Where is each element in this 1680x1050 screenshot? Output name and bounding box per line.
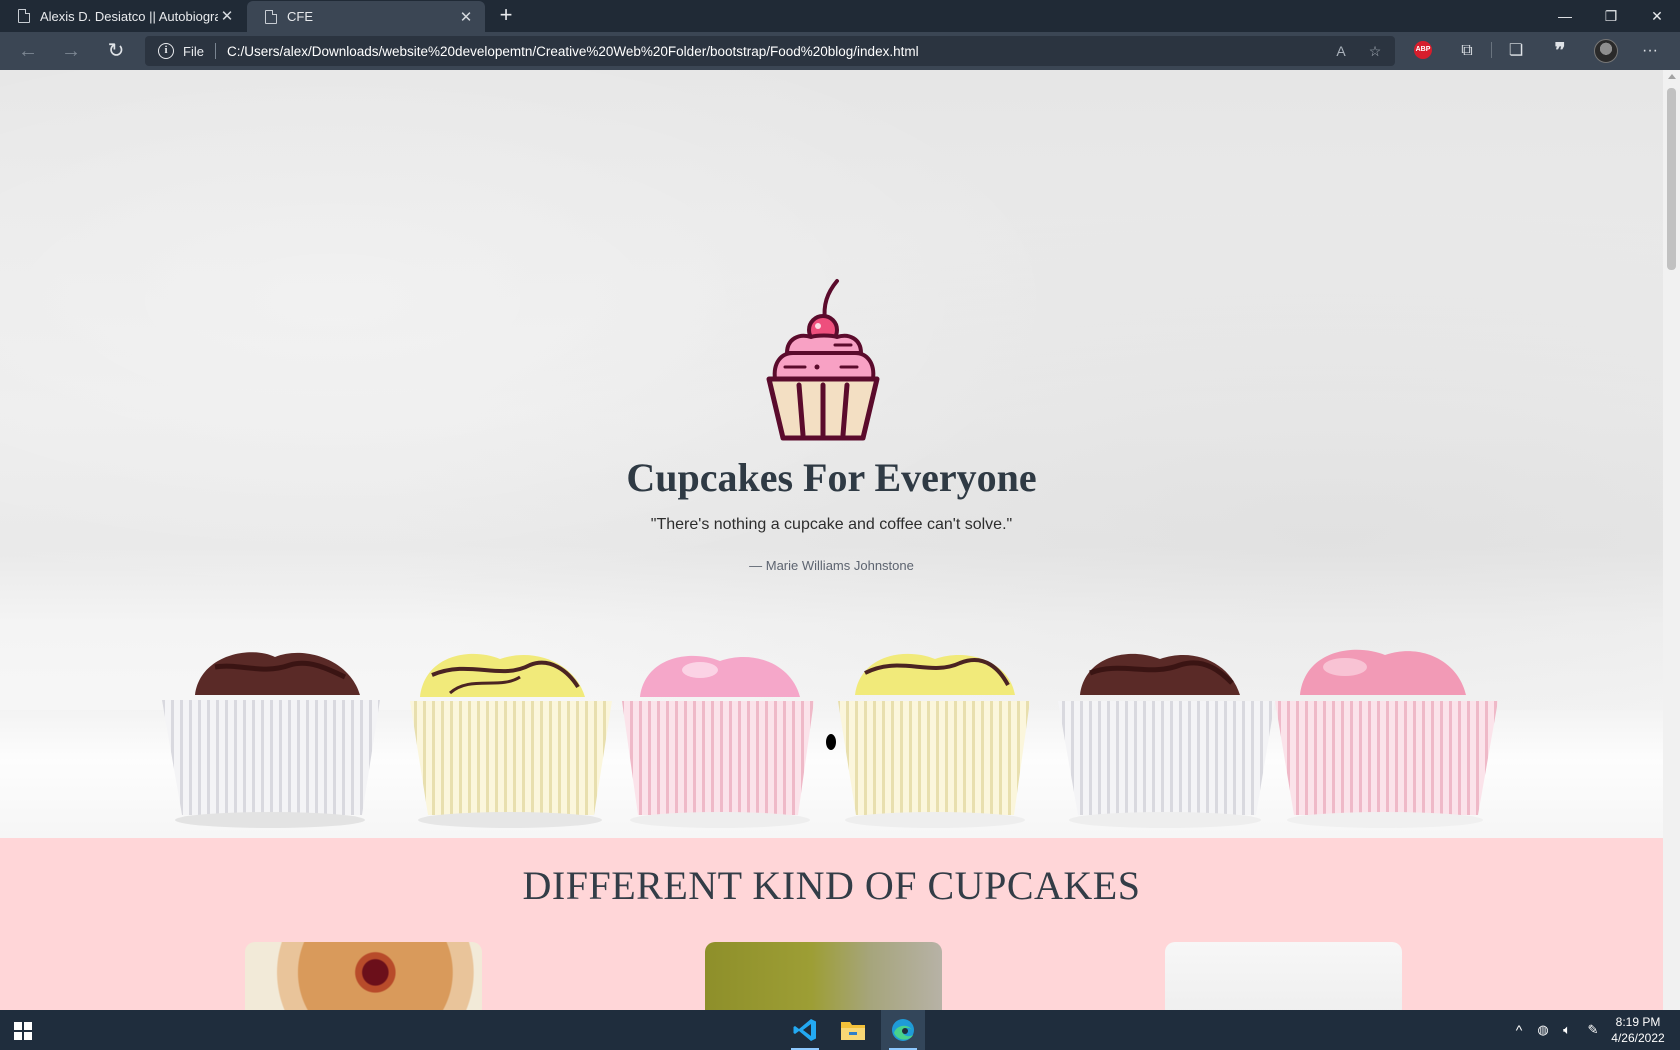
cupcake-card-2[interactable] [705, 942, 942, 1010]
collections-icon[interactable]: ❏ [1504, 39, 1528, 63]
extensions-icon[interactable]: ⧉ [1455, 39, 1479, 63]
refresh-button[interactable]: ↻ [101, 36, 131, 66]
document-icon [18, 9, 30, 23]
tab-autobiography[interactable]: Alexis D. Desiatco || Autobiograp ✕ [0, 0, 246, 32]
cupcake-logo-icon [766, 279, 880, 441]
tab-title: CFE [287, 9, 313, 24]
hero-author: — Marie Williams Johnstone [749, 558, 914, 573]
edge-icon[interactable] [881, 1010, 925, 1050]
chevron-up-icon[interactable]: ^ [1508, 1010, 1530, 1050]
hero-section: Cupcakes For Everyone "There's nothing a… [0, 70, 1663, 838]
tab-cfe[interactable]: CFE ✕ [247, 1, 485, 32]
system-clock[interactable]: 8:19 PM 4/26/2022 [1608, 1014, 1668, 1046]
new-tab-button[interactable]: + [493, 3, 519, 29]
clock-time: 8:19 PM [1615, 1015, 1661, 1029]
page-viewport: Cupcakes For Everyone "There's nothing a… [0, 70, 1663, 1010]
cupcake-photo [162, 649, 1498, 828]
add-favorite-icon[interactable]: ☆ [1365, 41, 1385, 61]
document-icon [265, 9, 277, 24]
windows-start-icon[interactable] [14, 1022, 32, 1040]
tab-title: Alexis D. Desiatco || Autobiograp [40, 8, 218, 24]
read-aloud-icon[interactable]: A [1331, 41, 1351, 61]
close-tab-icon[interactable]: ✕ [218, 7, 236, 25]
site-info-icon[interactable]: i [158, 43, 174, 59]
pen-icon[interactable]: ✎ [1582, 1010, 1604, 1050]
url-text[interactable]: C:/Users/alex/Downloads/website%20develo… [227, 44, 919, 59]
cupcake-card-3[interactable] [1165, 942, 1402, 1010]
address-bar[interactable]: i File C:/Users/alex/Downloads/website%2… [145, 36, 1395, 66]
cupcake-card-1[interactable] [245, 942, 482, 1010]
minimize-button[interactable]: — [1542, 0, 1588, 32]
toolbar-separator [1491, 42, 1492, 58]
hero-title: Cupcakes For Everyone [626, 455, 1037, 500]
quote-icon[interactable]: ❞ [1548, 39, 1572, 63]
clock-date: 4/26/2022 [1611, 1031, 1665, 1045]
close-tab-icon[interactable]: ✕ [457, 8, 475, 26]
profile-avatar[interactable] [1594, 39, 1618, 63]
close-window-button[interactable]: ✕ [1634, 0, 1680, 32]
browser-tab-bar: Alexis D. Desiatco || Autobiograp ✕ CFE … [0, 0, 1680, 32]
hero-quote: "There's nothing a cupcake and coffee ca… [650, 516, 1013, 533]
vscode-icon[interactable] [783, 1010, 827, 1050]
windows-taskbar: ^ ◍ 🔈︎ ✎ 8:19 PM 4/26/2022 [0, 1010, 1680, 1050]
forward-button[interactable]: → [56, 36, 86, 66]
more-menu-icon[interactable]: ··· [1638, 39, 1662, 63]
adblock-extension-icon[interactable]: ABP [1414, 41, 1432, 59]
file-explorer-icon[interactable] [831, 1010, 875, 1050]
scroll-up-arrow-icon[interactable] [1668, 74, 1676, 79]
scheme-label: File [183, 43, 204, 59]
scrollbar-thumb[interactable] [1667, 88, 1676, 270]
section-title: DIFFERENT KIND OF CUPCAKES [522, 863, 1141, 908]
back-button[interactable]: ← [13, 36, 43, 66]
cupcake-kinds-section: DIFFERENT KIND OF CUPCAKES [0, 838, 1663, 1010]
page-scrollbar[interactable] [1663, 70, 1680, 1010]
restore-button[interactable]: ❐ [1588, 0, 1634, 32]
volume-icon[interactable]: 🔈︎ [1556, 1010, 1578, 1050]
address-separator [214, 43, 216, 59]
network-globe-icon[interactable]: ◍ [1532, 1010, 1554, 1050]
